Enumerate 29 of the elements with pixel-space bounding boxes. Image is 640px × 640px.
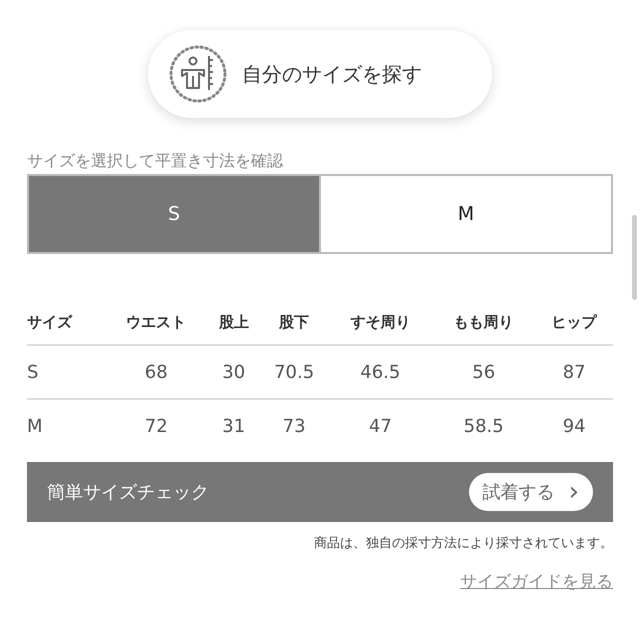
size-check-title: 簡単サイズチェック xyxy=(47,481,209,504)
size-guide-link[interactable]: サイズガイドを見る xyxy=(460,570,613,593)
try-on-button[interactable]: 試着する › xyxy=(468,473,593,511)
column-header: ウエスト xyxy=(104,300,208,345)
column-header: 股上 xyxy=(208,300,260,345)
size-tab[interactable]: S xyxy=(29,176,319,252)
table-cell: 30 xyxy=(208,345,260,399)
table-cell: 70.5 xyxy=(260,345,329,399)
table-cell: M xyxy=(27,399,105,452)
table-cell: 47 xyxy=(328,399,432,452)
column-header: ヒップ xyxy=(535,300,613,345)
table-cell: 68 xyxy=(104,345,208,399)
table-cell: 94 xyxy=(535,399,613,452)
column-header: すそ周り xyxy=(328,300,432,345)
table-cell: S xyxy=(27,345,105,399)
table-cell: 73 xyxy=(260,399,329,452)
size-select-label: サイズを選択して平置き寸法を確認 xyxy=(27,151,284,172)
table-cell: 87 xyxy=(535,345,613,399)
column-header: サイズ xyxy=(27,300,105,345)
column-header: もも周り xyxy=(432,300,536,345)
table-cell: 72 xyxy=(104,399,208,452)
table-cell: 46.5 xyxy=(328,345,432,399)
table-cell: 31 xyxy=(208,399,260,452)
body-measure-icon xyxy=(168,44,228,104)
column-header: 股下 xyxy=(260,300,329,345)
table-cell: 56 xyxy=(432,345,536,399)
measurement-note: 商品は、独自の採寸方法により採寸されています。 xyxy=(313,535,613,552)
find-size-button[interactable]: 自分のサイズを探す xyxy=(148,30,492,118)
table-cell: 58.5 xyxy=(432,399,536,452)
